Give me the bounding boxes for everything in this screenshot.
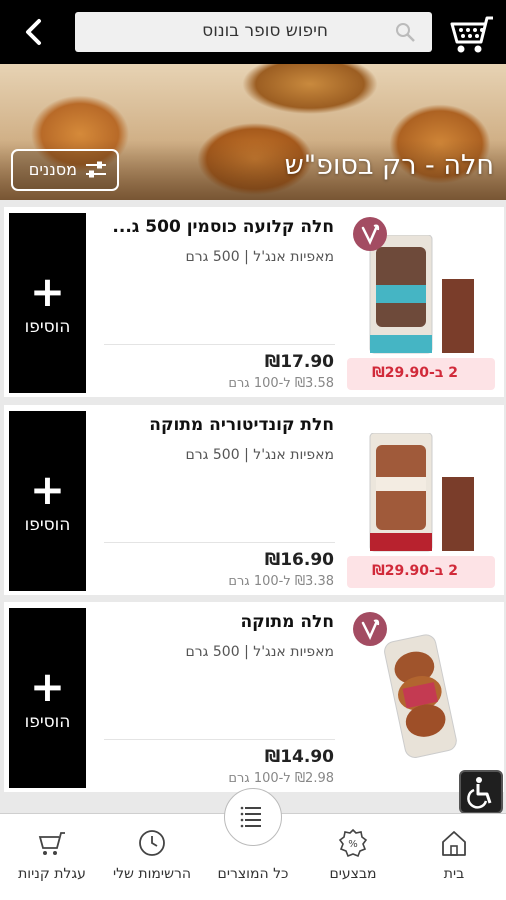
top-bar: חיפוש סופר בונוס [0, 0, 506, 64]
nav-label: בית [443, 866, 465, 882]
product-title: חלת קונדיטוריה מתוקה [149, 415, 334, 435]
percent-badge-icon: % [338, 828, 368, 858]
product-price: ₪16.90 [264, 550, 334, 570]
product-image [369, 235, 474, 354]
product-card[interactable]: + הוסיפו חלת קונדיטוריה מתוקה מאפיות אנג… [4, 405, 504, 595]
deal-badge: 2 ב-₪29.90 [347, 358, 495, 390]
product-meta: מאפיות אנג'ל | 500 גרם [185, 249, 334, 265]
nav-label: מבצעים [329, 866, 377, 882]
product-brand: מאפיות אנג'ל [253, 447, 334, 463]
product-card[interactable]: + הוסיפו חלה מתוקה מאפיות אנג'ל | 500 גר… [4, 602, 504, 792]
divider [104, 739, 335, 740]
product-meta: מאפיות אנג'ל | 500 גרם [185, 644, 334, 660]
divider [104, 344, 335, 345]
add-to-cart-button[interactable]: + הוסיפו [9, 213, 86, 393]
add-to-cart-button[interactable]: + הוסיפו [9, 608, 86, 788]
search-placeholder: חיפוש סופר בונוס [202, 21, 328, 41]
accessibility-button[interactable] [459, 770, 503, 814]
plus-icon: + [29, 267, 66, 316]
vegan-icon [353, 217, 387, 251]
chevron-left-icon [26, 19, 41, 45]
add-to-cart-button[interactable]: + הוסיפו [9, 411, 86, 591]
nav-item-cart[interactable]: עגלת קניות [2, 814, 102, 900]
clock-icon [139, 830, 165, 856]
product-price: ₪14.90 [264, 747, 334, 767]
home-icon [442, 831, 466, 856]
search-input[interactable]: חיפוש סופר בונוס [75, 12, 432, 52]
filter-button[interactable]: מסננים [11, 149, 119, 191]
product-brand: מאפיות אנג'ל [253, 249, 334, 265]
add-label: הוסיפו [24, 317, 71, 337]
deal-text: 2 ב-₪29.90 [372, 563, 458, 579]
nav-label: כל המוצרים [217, 866, 289, 882]
product-meta: מאפיות אנג'ל | 500 גרם [185, 447, 334, 463]
plus-icon: + [29, 662, 66, 711]
product-image [369, 433, 474, 552]
nav-item-my-lists[interactable]: הרשימות שלי [102, 814, 202, 900]
category-title: חלה - רק בסופ"ש [284, 150, 494, 181]
all-products-button[interactable] [224, 788, 282, 846]
deal-text: 2 ב-₪29.90 [372, 365, 458, 381]
deal-badge: 2 ב-₪29.90 [347, 556, 495, 588]
back-button[interactable] [14, 14, 54, 50]
vegan-icon [353, 612, 387, 646]
product-card[interactable]: + הוסיפו חלה קלועה כוסמין 500 ג... מאפיו… [4, 207, 504, 397]
list-icon [240, 806, 261, 828]
product-title: חלה קלועה כוסמין 500 ג... [112, 217, 334, 237]
shopping-cart-icon [38, 832, 65, 855]
unit-price: ₪3.38 ל-100 גרם [228, 574, 334, 589]
add-label: הוסיפו [24, 515, 71, 535]
product-price: ₪17.90 [264, 352, 334, 372]
product-size: 500 גרם [185, 249, 240, 265]
nav-label: הרשימות שלי [112, 866, 192, 882]
product-size: 500 גרם [185, 447, 240, 463]
nav-item-home[interactable]: בית [404, 814, 504, 900]
wheelchair-icon [467, 777, 492, 809]
nav-label: עגלת קניות [18, 866, 86, 882]
product-brand: מאפיות אנג'ל [253, 644, 334, 660]
shopping-cart-icon [450, 16, 493, 53]
search-icon [396, 23, 415, 42]
product-size: 500 גרם [185, 644, 240, 660]
add-label: הוסיפו [24, 712, 71, 732]
product-title: חלה מתוקה [240, 612, 334, 632]
unit-price: ₪3.58 ל-100 גרם [228, 376, 334, 391]
nav-item-deals[interactable]: % מבצעים [303, 814, 403, 900]
unit-price: ₪2.98 ל-100 גרם [228, 771, 334, 786]
sliders-icon [86, 161, 106, 178]
plus-icon: + [29, 465, 66, 514]
divider [104, 542, 335, 543]
svg-text:%: % [348, 839, 358, 850]
filter-label: מסננים [28, 160, 77, 179]
cart-button[interactable] [447, 8, 497, 56]
